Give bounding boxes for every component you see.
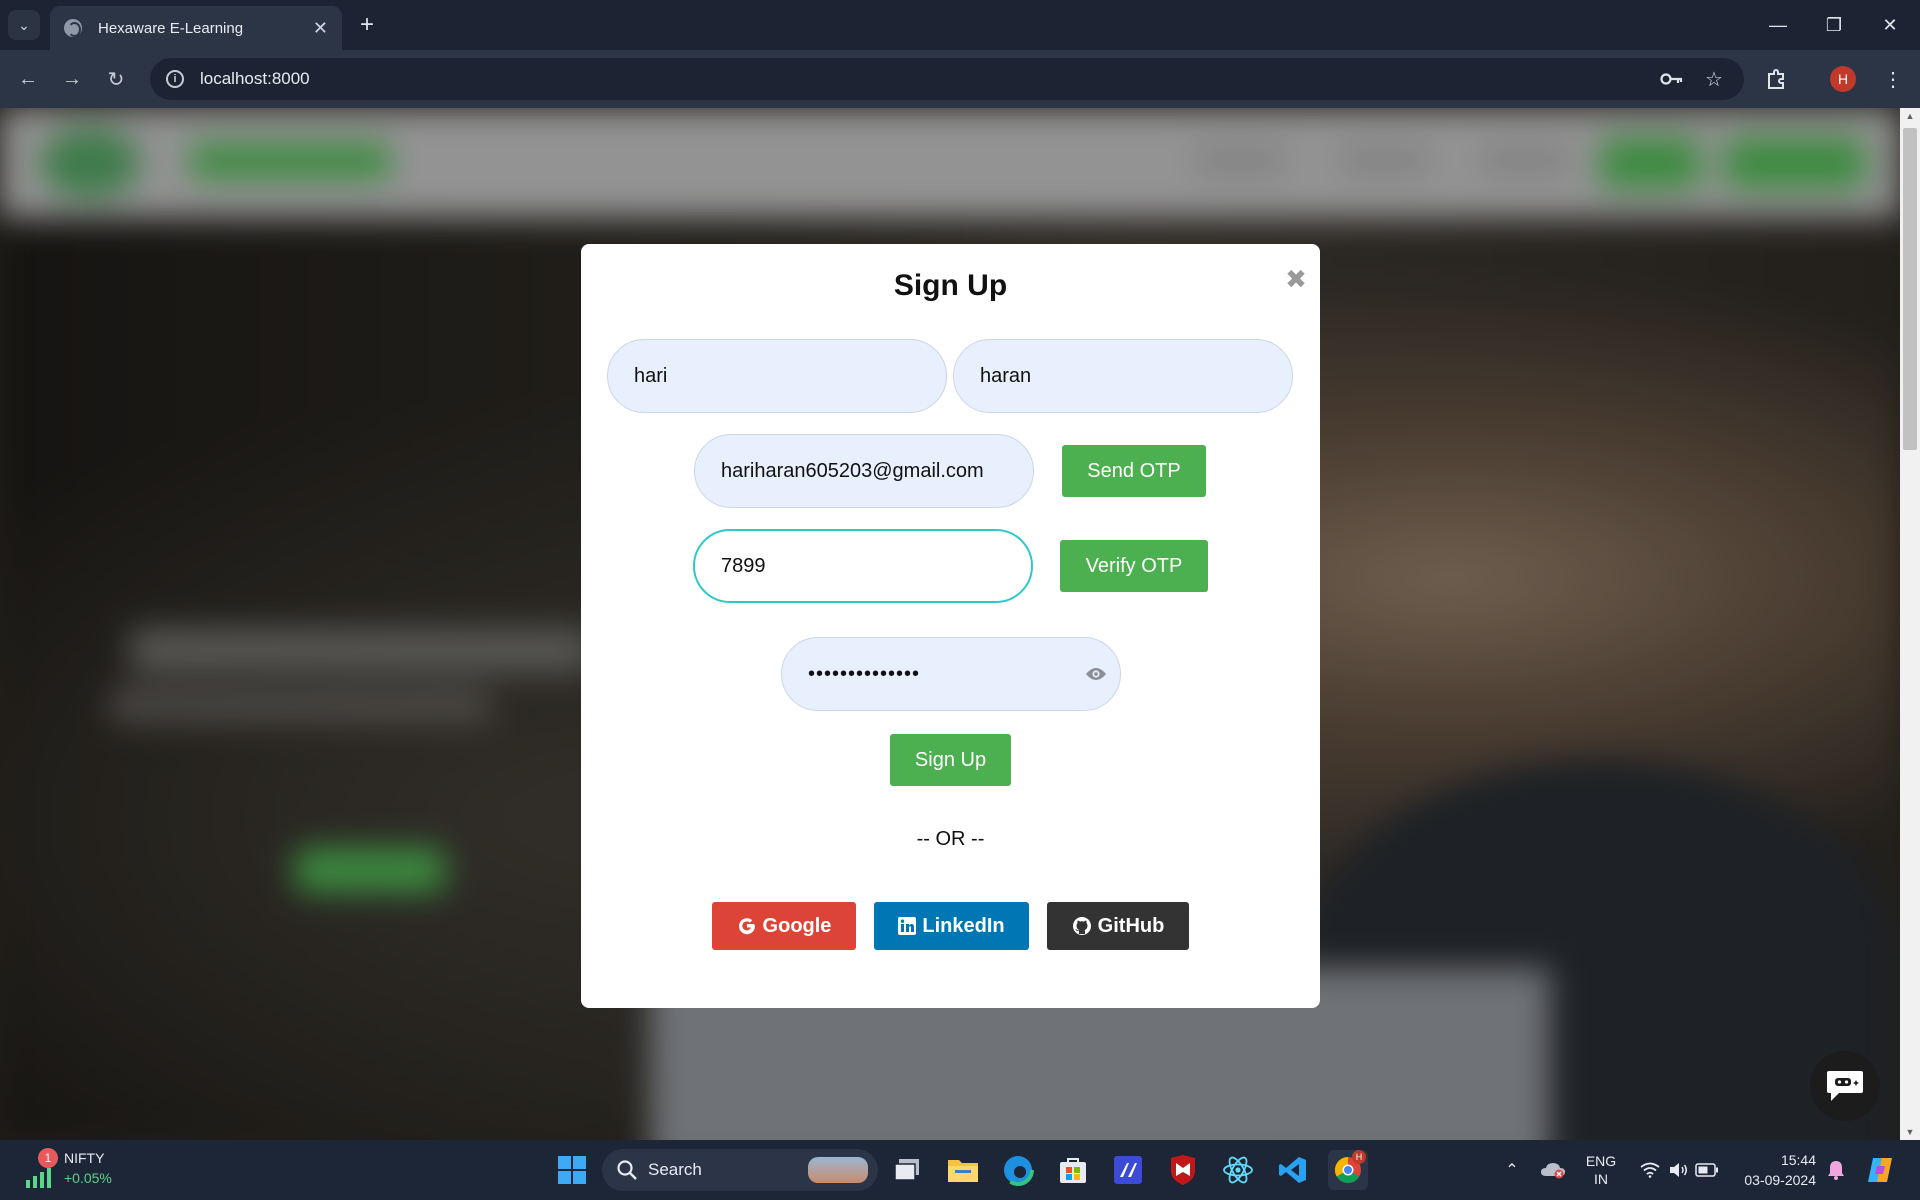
modal-close-icon[interactable]: ✖ xyxy=(1281,264,1311,294)
reload-icon[interactable]: ↻ xyxy=(100,63,132,95)
search-highlight-image xyxy=(808,1157,868,1183)
github-login-button[interactable]: GitHub xyxy=(1047,902,1189,950)
volume-icon[interactable] xyxy=(1664,1140,1692,1200)
password-input[interactable]: •••••••••••••• xyxy=(781,637,1121,711)
extensions-puzzle-icon[interactable] xyxy=(1760,62,1794,96)
address-bar[interactable]: i localhost:8000 ☆ xyxy=(150,58,1744,100)
chrome-menu-icon[interactable]: ⋮ xyxy=(1876,62,1910,96)
copilot-icon[interactable] xyxy=(1860,1140,1900,1200)
task-view-icon[interactable] xyxy=(888,1150,928,1190)
first-name-input[interactable]: hari xyxy=(607,339,947,413)
input-language-indicator[interactable]: ENG IN xyxy=(1576,1140,1626,1200)
tray-overflow-chevron-icon[interactable]: ⌃ xyxy=(1496,1140,1528,1200)
chat-bubble-icon xyxy=(1827,1071,1863,1101)
windows-start-icon[interactable] xyxy=(552,1150,592,1190)
clock-time: 15:44 xyxy=(1780,1152,1816,1168)
chrome-profile-badge: H xyxy=(1352,1150,1366,1164)
send-otp-button[interactable]: Send OTP xyxy=(1062,445,1206,497)
stock-widget[interactable]: 1 NIFTY +0.05% xyxy=(24,1148,134,1192)
lang-line1: ENG xyxy=(1585,1153,1617,1169)
or-divider: -- OR -- xyxy=(916,828,985,850)
linkedin-login-button[interactable]: LinkedIn xyxy=(874,902,1029,950)
editor-app-icon[interactable] xyxy=(1108,1150,1148,1190)
window-close-icon[interactable]: ✕ xyxy=(1862,0,1918,50)
profile-avatar[interactable]: H xyxy=(1830,66,1856,92)
signup-submit-button[interactable]: Sign Up xyxy=(890,734,1011,786)
tab-close-icon[interactable]: ✕ xyxy=(313,18,328,39)
chatbot-button[interactable] xyxy=(1810,1051,1880,1121)
chrome-taskbar-icon[interactable]: H xyxy=(1328,1150,1368,1190)
browser-toolbar: ← → ↻ i localhost:8000 ☆ ⋮ xyxy=(0,50,1920,108)
last-name-value: haran xyxy=(980,364,1032,387)
react-atom-icon[interactable] xyxy=(1218,1150,1258,1190)
first-name-value: hari xyxy=(634,364,668,387)
windows-taskbar: 1 NIFTY +0.05% Search H ⌃ ENG IN 15:44 0… xyxy=(0,1140,1920,1200)
verify-otp-button[interactable]: Verify OTP xyxy=(1060,540,1208,592)
browser-tab[interactable]: Hexaware E-Learning ✕ xyxy=(50,6,342,50)
minimize-icon[interactable]: — xyxy=(1750,0,1806,50)
tab-title: Hexaware E-Learning xyxy=(98,19,244,37)
bookmark-star-icon[interactable]: ☆ xyxy=(1698,66,1730,92)
google-label: Google xyxy=(762,914,832,937)
taskbar-search[interactable]: Search xyxy=(602,1149,878,1191)
microsoft-store-icon[interactable] xyxy=(1053,1150,1093,1190)
site-info-icon[interactable]: i xyxy=(166,70,184,88)
clock-date: 03-09-2024 xyxy=(1744,1172,1816,1188)
password-key-icon[interactable] xyxy=(1656,66,1688,92)
search-icon xyxy=(617,1160,637,1180)
browser-tab-bar: ⌄ Hexaware E-Learning ✕ + — ❐ ✕ xyxy=(0,0,1920,50)
modal-title: Sign Up xyxy=(893,269,1008,302)
restore-icon[interactable]: ❐ xyxy=(1806,0,1862,50)
google-login-button[interactable]: Google xyxy=(712,902,856,950)
otp-value: 7899 xyxy=(721,554,766,577)
back-arrow-icon[interactable]: ← xyxy=(12,63,44,95)
url-text: localhost:8000 xyxy=(200,69,310,88)
forward-arrow-icon[interactable]: → xyxy=(56,63,88,95)
scroll-down-arrow-icon[interactable]: ▼ xyxy=(1900,1124,1920,1140)
scrollbar-thumb[interactable] xyxy=(1903,128,1917,450)
google-g-icon xyxy=(737,916,757,936)
signup-modal: Sign Up ✖ hari haran hariharan605203@gma… xyxy=(581,244,1320,1008)
github-icon xyxy=(1072,916,1092,936)
onedrive-error-icon[interactable] xyxy=(1535,1140,1571,1200)
search-label: Search xyxy=(648,1160,702,1179)
taskbar-clock[interactable]: 15:44 03-09-2024 xyxy=(1730,1150,1816,1190)
last-name-input[interactable]: haran xyxy=(953,339,1293,413)
show-password-eye-icon[interactable] xyxy=(1084,662,1108,686)
edge-browser-icon[interactable] xyxy=(998,1150,1038,1190)
notification-bell-icon[interactable] xyxy=(1822,1140,1850,1200)
email-value: hariharan605203@gmail.com xyxy=(721,459,984,482)
linkedin-icon xyxy=(898,917,917,935)
github-label: GitHub xyxy=(1097,914,1165,937)
tab-list-chevron-icon[interactable]: ⌄ xyxy=(8,10,40,40)
battery-icon[interactable] xyxy=(1692,1140,1722,1200)
vscode-icon[interactable] xyxy=(1273,1150,1313,1190)
linkedin-label: LinkedIn xyxy=(922,914,1005,937)
ticker-change: +0.05% xyxy=(64,1170,112,1186)
scroll-up-arrow-icon[interactable]: ▲ xyxy=(1900,108,1920,124)
page-scrollbar[interactable]: ▲ ▼ xyxy=(1900,108,1920,1140)
password-value: •••••••••••••• xyxy=(808,662,921,685)
mcafee-shield-icon[interactable] xyxy=(1163,1150,1203,1190)
otp-input[interactable]: 7899 xyxy=(693,529,1033,603)
file-explorer-icon[interactable] xyxy=(943,1150,983,1190)
lang-line2: IN xyxy=(1594,1171,1608,1187)
notification-badge: 1 xyxy=(38,1148,58,1168)
new-tab-plus-icon[interactable]: + xyxy=(352,10,382,40)
email-input[interactable]: hariharan605203@gmail.com xyxy=(694,434,1034,508)
globe-icon xyxy=(64,19,82,37)
wifi-icon[interactable] xyxy=(1636,1140,1664,1200)
ticker-name: NIFTY xyxy=(64,1150,105,1166)
stock-chart-icon xyxy=(26,1168,51,1188)
